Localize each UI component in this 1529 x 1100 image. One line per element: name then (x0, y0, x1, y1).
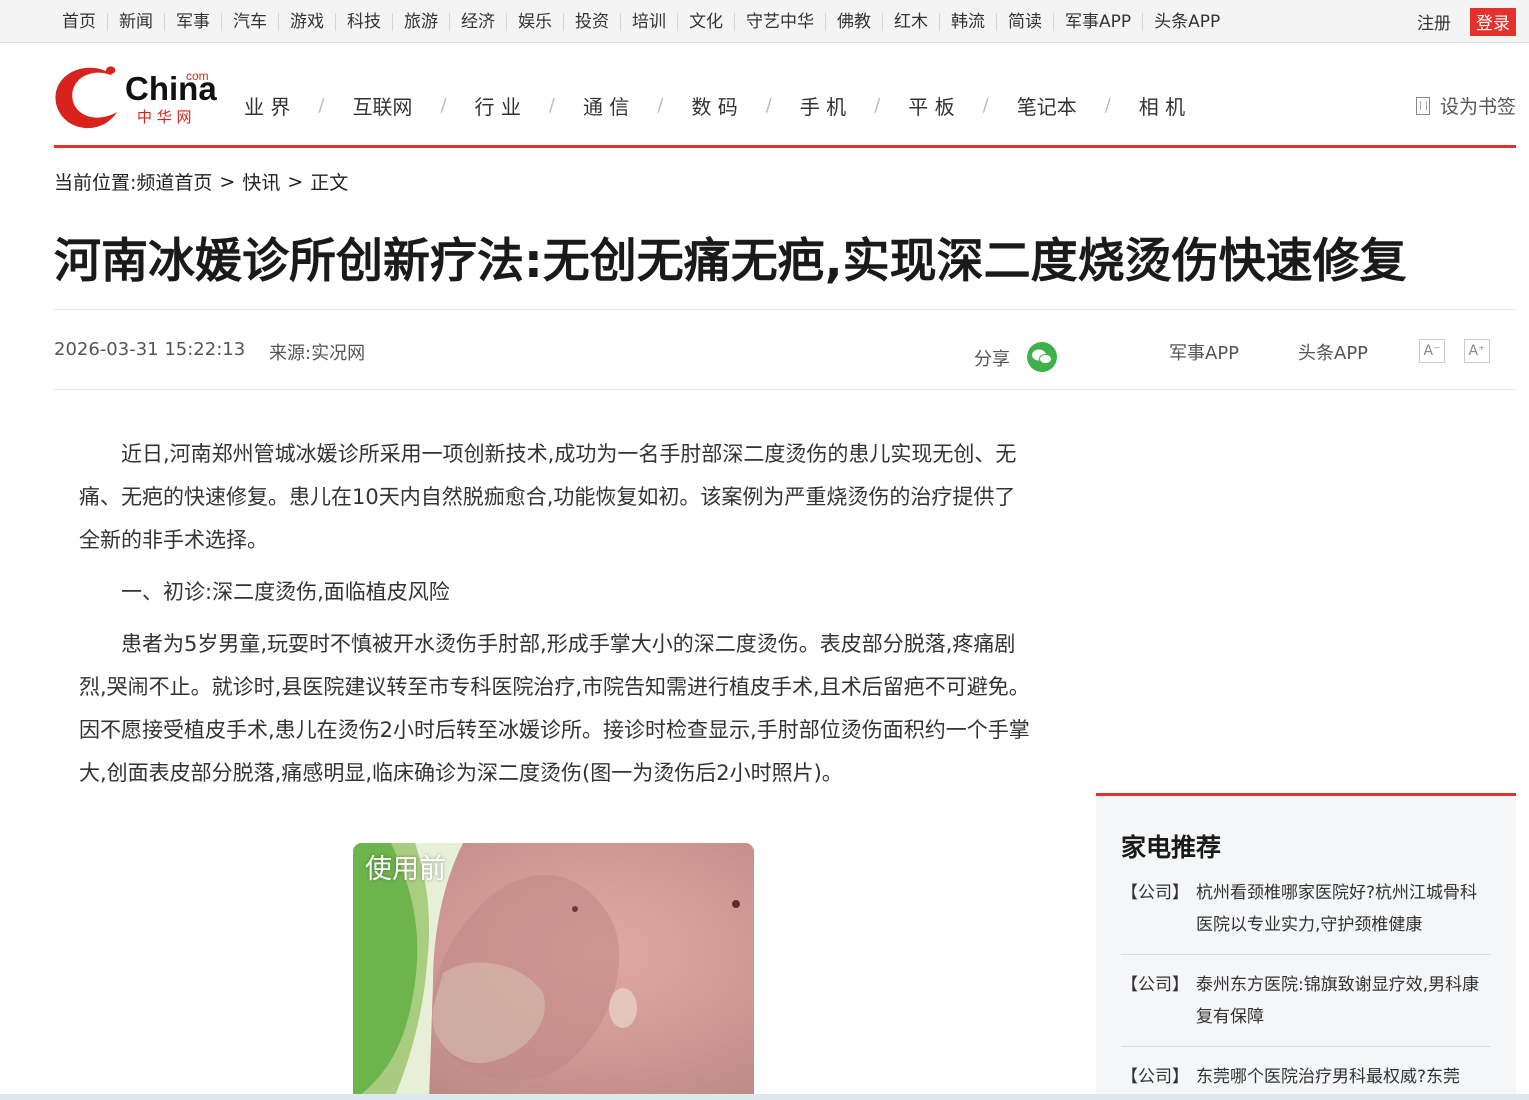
nav-separator: / (982, 94, 989, 116)
top-nav-link[interactable]: 简读 (996, 12, 1053, 31)
recommend-item[interactable]: 【公司】 泰州东方医院:锦旗致谢显疗效,男科康复有保障 (1121, 969, 1491, 1047)
font-decrease-button[interactable]: A⁻ (1419, 339, 1445, 363)
publish-date: 2026-03-31 15:22:13 (54, 339, 246, 360)
share-label: 分享 (974, 349, 1010, 370)
channel-nav-item[interactable]: 行 业 (475, 91, 521, 120)
bookmark-icon (1415, 96, 1430, 115)
account-links: 注册 登录 (1417, 0, 1529, 43)
nav-separator: / (318, 94, 325, 116)
breadcrumb-item-news[interactable]: 快讯 (242, 168, 280, 195)
article-paragraph: 近日,河南郑州管城冰媛诊所采用一项创新技术,成功为一名手肘部深二度烫伤的患儿实现… (79, 442, 1017, 552)
nav-separator: / (765, 94, 772, 116)
channel-nav: 业 界 / 互联网 / 行 业 / 通 信 / 数 码 / 手 机 / 平 板 / 笔记本 / 相 机 (244, 88, 1185, 122)
logo-mark-icon: China com 中 华 网 (55, 66, 217, 129)
bookmark-label: 设为书签 (1439, 96, 1516, 118)
recommend-item[interactable]: 【公司】 杭州看颈椎哪家医院好?杭州江城骨科医院以专业实力,守护颈椎健康 (1121, 877, 1491, 955)
channel-nav-item[interactable]: 业 界 (244, 91, 290, 120)
article-source: 来源:实况网 (269, 343, 366, 364)
logo-cn: 中 华 网 (137, 108, 192, 126)
top-nav: 首页 新闻 军事 汽车 游戏 科技 旅游 经济 娱乐 投资 培训 文化 守艺中华 佛教 红木 韩流 简读 军事AP… (51, 0, 1231, 43)
font-increase-button[interactable]: A⁺ (1464, 339, 1490, 363)
breadcrumb: 当前位置: 频道首页 > 快讯 > 正文 (54, 168, 348, 195)
article-paragraph: 患者为5岁男童,玩耍时不慎被开水烫伤手肘部,形成手掌大小的深二度烫伤。表皮部分脱… (79, 632, 1030, 785)
login-button[interactable]: 登录 (1470, 7, 1516, 36)
article-body: 近日,河南郑州管城冰媛诊所采用一项创新技术,成功为一名手肘部深二度烫伤的患儿实现… (79, 433, 1031, 804)
article-photo: 使用前 (353, 843, 754, 1100)
meta-divider (54, 389, 1516, 390)
recommend-item-tag: 【公司】 (1121, 883, 1189, 903)
recommend-panel: 家电推荐 【公司】 杭州看颈椎哪家医院好?杭州江城骨科医院以专业实力,守护颈椎健… (1096, 793, 1516, 1100)
title-divider (54, 309, 1516, 310)
breadcrumb-separator: > (219, 170, 236, 193)
article-title: 河南冰媛诊所创新疗法:无创无痛无疤,实现深二度烧烫伤快速修复 (54, 234, 1407, 289)
channel-nav-item[interactable]: 互联网 (352, 91, 412, 120)
breadcrumb-item-home[interactable]: 频道首页 (136, 168, 212, 195)
top-nav-link[interactable]: 投资 (563, 12, 620, 31)
recommend-item-link[interactable]: 泰州东方医院:锦旗致谢显疗效,男科康复有保障 (1196, 969, 1491, 1033)
recommend-panel-title: 家电推荐 (1121, 833, 1222, 862)
top-bar: 首页 新闻 军事 汽车 游戏 科技 旅游 经济 娱乐 投资 培训 文化 守艺中华 佛教 红木 韩流 简读 军事AP… (0, 0, 1529, 43)
top-nav-link[interactable]: 佛教 (825, 12, 882, 31)
channel-nav-item[interactable]: 数 码 (691, 91, 737, 120)
top-nav-link[interactable]: 娱乐 (506, 12, 563, 31)
nav-separator: / (657, 94, 664, 116)
channel-nav-item[interactable]: 通 信 (583, 91, 629, 120)
wechat-share-icon[interactable] (1027, 342, 1057, 372)
photo-caption-label: 使用前 (365, 854, 446, 885)
recommend-item-tag: 【公司】 (1121, 975, 1189, 995)
top-nav-link[interactable]: 新闻 (107, 12, 164, 31)
header-divider (54, 145, 1516, 148)
top-nav-link[interactable]: 守艺中华 (734, 12, 825, 31)
headline-app-link[interactable]: 头条APP (1298, 339, 1368, 365)
china-com-logo[interactable]: China com 中 华 网 (53, 62, 223, 130)
top-nav-link[interactable]: 头条APP (1142, 12, 1231, 31)
top-nav-link[interactable]: 经济 (449, 12, 506, 31)
bookmark-button[interactable]: 设为书签 (1415, 92, 1516, 119)
nav-separator: / (1104, 94, 1111, 116)
top-nav-link[interactable]: 文化 (677, 12, 734, 31)
top-nav-link[interactable]: 红木 (882, 12, 939, 31)
channel-nav-item[interactable]: 平 板 (908, 91, 954, 120)
top-nav-link[interactable]: 韩流 (939, 12, 996, 31)
top-nav-link[interactable]: 旅游 (392, 12, 449, 31)
breadcrumb-item-current: 正文 (310, 172, 349, 194)
logo-sup: com (186, 69, 209, 83)
channel-nav-item[interactable]: 手 机 (800, 91, 846, 120)
nav-separator: / (548, 94, 555, 116)
top-nav-link[interactable]: 科技 (335, 12, 392, 31)
breadcrumb-separator: > (287, 170, 304, 193)
nav-separator: / (874, 94, 881, 116)
top-nav-link[interactable]: 培训 (620, 12, 677, 31)
top-nav-link[interactable]: 军事 (164, 12, 221, 31)
recommend-item-link[interactable]: 东莞哪个医院治疗男科最权威?东莞 (1196, 1061, 1460, 1093)
nav-separator: / (440, 94, 447, 116)
breadcrumb-prefix: 当前位置: (54, 172, 137, 194)
recommend-item-link[interactable]: 杭州看颈椎哪家医院好?杭州江城骨科医院以专业实力,守护颈椎健康 (1196, 877, 1491, 941)
recommend-item-tag: 【公司】 (1121, 1067, 1189, 1087)
military-app-link[interactable]: 军事APP (1169, 339, 1239, 365)
channel-nav-item[interactable]: 相 机 (1139, 91, 1185, 120)
top-nav-link[interactable]: 汽车 (221, 12, 278, 31)
bottom-edge (0, 1094, 1529, 1100)
top-nav-link[interactable]: 首页 (51, 13, 107, 31)
article-subheading: 一、初诊:深二度烫伤,面临植皮风险 (121, 580, 450, 604)
top-nav-link[interactable]: 军事APP (1053, 12, 1142, 31)
channel-nav-item[interactable]: 笔记本 (1017, 91, 1077, 120)
recommend-list: 【公司】 杭州看颈椎哪家医院好?杭州江城骨科医院以专业实力,守护颈椎健康 【公司… (1121, 877, 1491, 1100)
register-link[interactable]: 注册 (1417, 9, 1451, 34)
top-nav-link[interactable]: 游戏 (278, 12, 335, 31)
